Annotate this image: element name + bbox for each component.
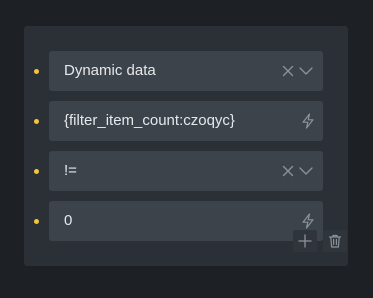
delete-condition-button[interactable] — [323, 230, 347, 252]
chevron-down-icon[interactable] — [299, 66, 313, 76]
value-input[interactable]: 0 — [49, 201, 323, 241]
condition-row-operator: != — [24, 151, 348, 191]
required-dot — [34, 169, 39, 174]
trash-icon — [328, 234, 342, 248]
required-dot — [34, 219, 39, 224]
add-condition-button[interactable] — [293, 230, 317, 252]
lightning-bolt-icon[interactable] — [301, 213, 315, 229]
input-value: 0 — [64, 212, 73, 229]
required-dot — [34, 69, 39, 74]
lightning-bolt-icon[interactable] — [301, 113, 315, 129]
required-dot — [34, 119, 39, 124]
operator-select[interactable]: != — [49, 151, 323, 191]
input-value: {filter_item_count:czoqyc} — [64, 112, 235, 129]
condition-row-key: {filter_item_count:czoqyc} — [24, 101, 348, 141]
dynamic-data-select[interactable]: Dynamic data — [49, 51, 323, 91]
select-value: != — [64, 162, 77, 179]
close-icon[interactable] — [282, 165, 294, 177]
condition-row-source: Dynamic data — [24, 51, 348, 91]
chevron-down-icon[interactable] — [299, 166, 313, 176]
select-value: Dynamic data — [64, 62, 156, 79]
dynamic-key-input[interactable]: {filter_item_count:czoqyc} — [49, 101, 323, 141]
close-icon[interactable] — [282, 65, 294, 77]
plus-icon — [298, 234, 312, 248]
